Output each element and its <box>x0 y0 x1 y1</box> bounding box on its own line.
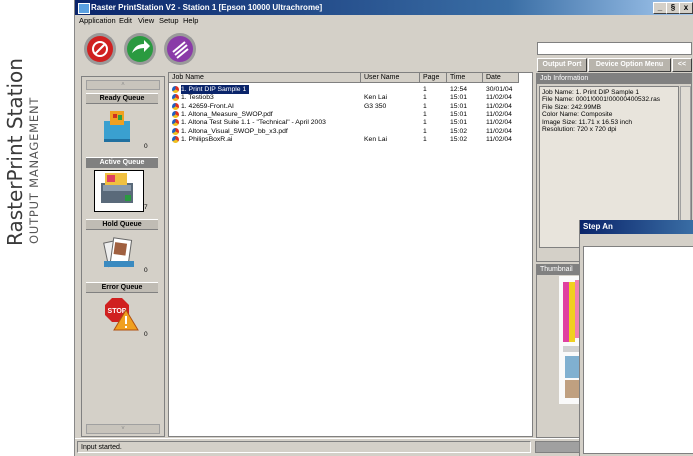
ready-queue-header[interactable]: Ready Queue <box>86 93 158 104</box>
menu-help[interactable]: Help <box>183 15 198 27</box>
error-queue-stop-icon[interactable]: STOP <box>100 296 142 334</box>
menu-setup[interactable]: Setup <box>159 15 179 27</box>
job-info-line: Resolution: 720 x 720 dpi <box>542 126 617 134</box>
menu-view[interactable]: View <box>138 15 154 27</box>
hold-queue-count: 0 <box>144 267 148 274</box>
menu-edit[interactable]: Edit <box>119 15 132 27</box>
column-time[interactable]: Time <box>447 73 483 83</box>
step-dialog-body <box>583 246 693 454</box>
purge-button[interactable] <box>163 32 197 66</box>
column-job-name[interactable]: Job Name <box>169 73 361 83</box>
forward-button[interactable] <box>123 32 157 66</box>
column-page[interactable]: Page <box>420 73 447 83</box>
stop-icon <box>84 33 116 65</box>
brand-name: RasterPrint Station <box>3 58 27 246</box>
job-status-icon <box>172 135 179 143</box>
date-cell: 11/02/04 <box>486 135 512 143</box>
station-field[interactable] <box>537 42 692 55</box>
job-info-line: Image Size: 11.71 x 16.53 inch <box>542 118 633 126</box>
ready-queue-count: 0 <box>144 143 148 150</box>
brand-panel: RasterPrint Station OUTPUT MANAGEMENT <box>0 0 66 456</box>
time-cell: 15:02 <box>450 135 468 143</box>
hold-queue-icon[interactable] <box>100 233 142 271</box>
job-status-icon <box>172 94 179 102</box>
job-status-icon <box>172 86 179 93</box>
column-date[interactable]: Date <box>483 73 519 83</box>
active-queue-header[interactable]: Active Queue <box>86 157 158 168</box>
job-info-title: Job Information <box>537 74 691 84</box>
job-info-line: File Name: 0001!0001!00000400532.ras <box>542 96 661 104</box>
user-name-cell: Ken Lai <box>364 135 388 143</box>
active-queue-count: 7 <box>144 204 148 211</box>
collapse-button[interactable]: << <box>672 58 692 72</box>
device-option-menu-button[interactable]: Device Option Menu <box>588 58 671 72</box>
job-info-line: File Size: 242.99MB <box>542 103 602 111</box>
title-bar[interactable]: Raster PrintStation V2 - Station 1 [Epso… <box>75 0 693 15</box>
stop-button[interactable] <box>83 32 117 66</box>
ready-queue-icon[interactable] <box>100 107 142 145</box>
window-title: Raster PrintStation V2 - Station 1 [Epso… <box>91 3 323 12</box>
queue-scroll-down[interactable]: ˅ <box>86 424 160 434</box>
job-status-icon <box>172 102 179 110</box>
job-status-icon <box>172 119 179 127</box>
output-port-button[interactable]: Output Port <box>537 58 587 72</box>
job-info-line: Job Name: 1. Print DIP Sample 1 <box>542 89 639 96</box>
error-queue-count: 0 <box>144 331 148 338</box>
step-dialog-title[interactable]: Step An <box>580 220 693 234</box>
close-button[interactable]: x <box>679 2 693 14</box>
brand-subtitle: OUTPUT MANAGEMENT <box>27 96 41 244</box>
queue-panel: ˄ Ready Queue 0 Active Queue 7 Hold Queu… <box>81 76 165 437</box>
job-list: Job Name User Name Page Time Date 1. Pri… <box>168 72 533 437</box>
job-status-icon <box>172 127 179 135</box>
step-dialog: Step An <box>579 220 693 456</box>
column-user-name[interactable]: User Name <box>361 73 420 83</box>
forward-arrow-icon <box>124 33 156 65</box>
job-info-line: Color Name: Composite <box>542 111 613 119</box>
job-row[interactable]: 1. PhilipsBoxR.ai Ken Lai 1 15:02 11/02/04 <box>169 135 532 144</box>
hold-queue-header[interactable]: Hold Queue <box>86 219 158 230</box>
queue-scroll-up[interactable]: ˄ <box>86 80 160 90</box>
active-queue-printer-icon[interactable] <box>94 170 144 212</box>
job-name-cell: 1. PhilipsBoxR.ai <box>181 135 233 143</box>
app-icon <box>78 3 90 14</box>
job-status-icon <box>172 110 179 118</box>
status-text: Input started. <box>77 441 531 453</box>
error-queue-header[interactable]: Error Queue <box>86 282 158 293</box>
maximize-button[interactable]: § <box>666 2 680 14</box>
purge-icon <box>164 33 196 65</box>
page-cell: 1 <box>423 135 427 143</box>
menu-bar: Application Edit View Setup Help <box>75 15 693 27</box>
menu-application[interactable]: Application <box>79 15 116 27</box>
minimize-button[interactable]: _ <box>653 2 667 14</box>
